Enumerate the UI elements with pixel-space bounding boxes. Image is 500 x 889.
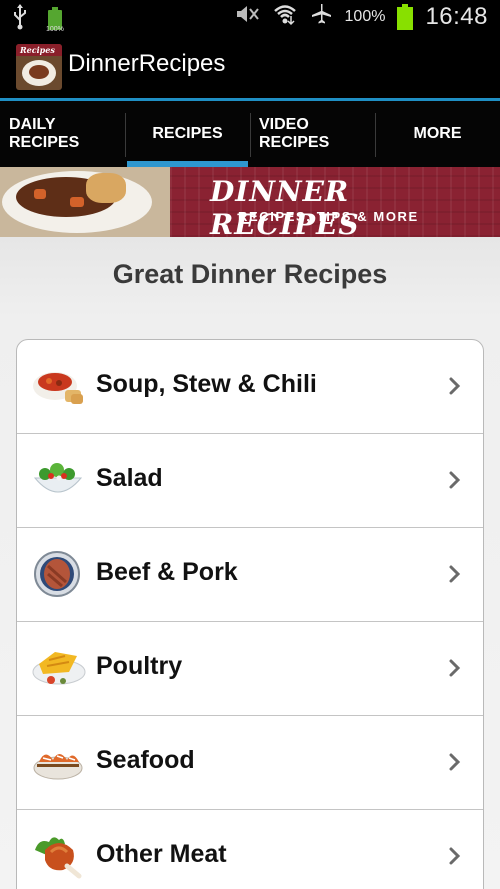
tab-bar: DAILY RECIPES RECIPES VIDEO RECIPES MORE [0, 101, 500, 167]
action-bar: Recipes DinnerRecipes [0, 36, 500, 100]
category-label: Other Meat [96, 840, 227, 868]
chevron-right-icon [447, 374, 463, 398]
mute-icon [235, 3, 261, 30]
category-label: Seafood [96, 746, 195, 774]
wifi-icon [273, 2, 297, 31]
tab-label: DAILY RECIPES [9, 116, 80, 151]
category-salad[interactable]: Salad [17, 434, 483, 528]
main-content: Great Dinner Recipes Soup, Stew & Chili … [0, 237, 500, 889]
category-poultry[interactable]: Poultry [17, 622, 483, 716]
usb-icon [12, 4, 28, 35]
category-label: Salad [96, 464, 163, 492]
chevron-right-icon [447, 844, 463, 868]
salad-icon [29, 454, 87, 504]
category-beef-pork[interactable]: Beef & Pork [17, 528, 483, 622]
battery-small-label: 100% [46, 25, 64, 33]
meat-icon [29, 830, 87, 880]
chevron-right-icon [447, 468, 463, 492]
app-title: DinnerRecipes [68, 50, 226, 77]
category-label: Soup, Stew & Chili [96, 370, 317, 398]
airplane-icon [309, 2, 333, 31]
chevron-right-icon [447, 750, 463, 774]
poultry-icon [29, 642, 87, 692]
soup-icon [29, 360, 87, 410]
app-icon[interactable]: Recipes [16, 44, 62, 90]
banner-title: DINNER RECIPES [210, 175, 360, 237]
status-bar: 100% 100% 16:48 [0, 0, 500, 36]
app-icon-text: Recipes [20, 45, 55, 55]
seafood-icon [29, 736, 87, 786]
tab-more[interactable]: MORE [375, 101, 500, 167]
category-label: Beef & Pork [96, 558, 238, 586]
page-heading: Great Dinner Recipes [112, 259, 388, 289]
steak-icon [29, 548, 87, 598]
chevron-right-icon [447, 656, 463, 680]
battery-icon: 100% [46, 6, 64, 33]
battery-icon [397, 3, 414, 30]
tab-label: RECIPES [152, 125, 223, 142]
tab-label: MORE [413, 125, 462, 142]
chevron-right-icon [447, 562, 463, 586]
category-label: Poultry [96, 652, 183, 680]
clock: 16:48 [425, 2, 488, 30]
battery-percent: 100% [344, 7, 386, 25]
tab-recipes[interactable]: RECIPES [125, 101, 250, 167]
category-other-meat[interactable]: Other Meat [17, 810, 483, 889]
tab-label: VIDEO RECIPES [259, 116, 330, 151]
banner-subtitle: RECIPES, TIPS & MORE [238, 209, 419, 224]
category-soup-stew-chili[interactable]: Soup, Stew & Chili [17, 340, 483, 434]
category-list: Soup, Stew & Chili Salad Beef & Pork Pou… [16, 339, 484, 889]
tab-daily-recipes[interactable]: DAILY RECIPES [0, 101, 125, 167]
tab-video-recipes[interactable]: VIDEO RECIPES [250, 101, 375, 167]
banner[interactable]: DINNER RECIPES RECIPES, TIPS & MORE [0, 167, 500, 237]
banner-image [0, 167, 170, 237]
category-seafood[interactable]: Seafood [17, 716, 483, 810]
